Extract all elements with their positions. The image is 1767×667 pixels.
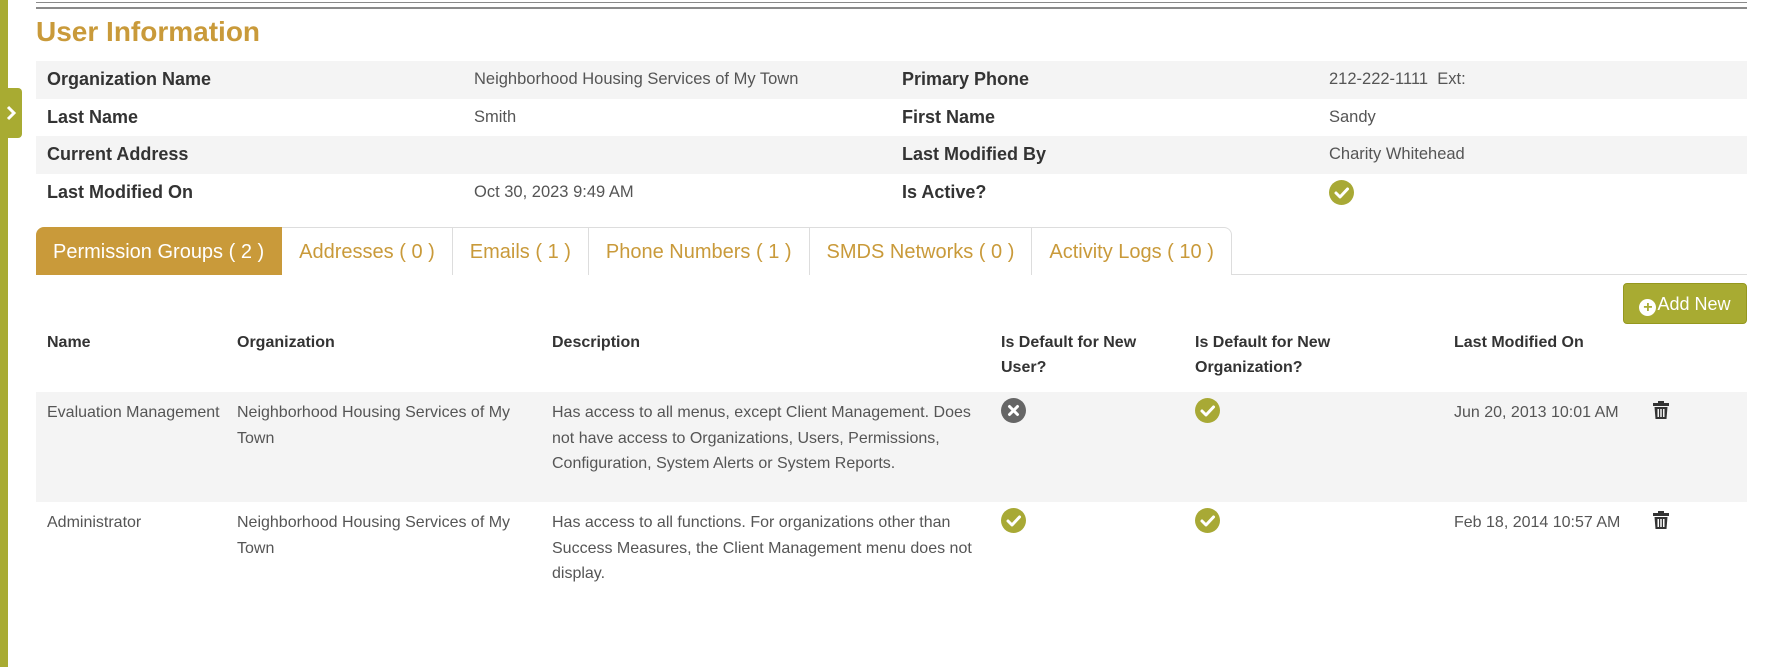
tab-addresses[interactable]: Addresses ( 0 ) (282, 227, 453, 275)
trash-icon (1653, 401, 1669, 419)
plus-circle-icon: + (1639, 299, 1657, 316)
cell-organization: Neighborhood Housing Services of My Town (237, 514, 511, 557)
sidebar-expand-toggle[interactable] (0, 88, 22, 138)
table-row[interactable]: Evaluation Management Neighborhood Housi… (36, 392, 1747, 502)
cell-default-new-user (1001, 398, 1171, 424)
tab-smds-networks[interactable]: SMDS Networks ( 0 ) (809, 227, 1033, 275)
last-modified-by-value: Charity Whitehead (1329, 145, 1465, 163)
last-name-label: Last Name (47, 106, 139, 127)
delete-button[interactable] (1653, 401, 1677, 428)
cell-default-new-organization (1195, 398, 1365, 424)
add-new-label: Add New (1657, 294, 1731, 314)
organization-name-value: Neighborhood Housing Services of My Town (474, 70, 799, 88)
top-divider (36, 2, 1747, 9)
tab-permission-groups[interactable]: Permission Groups ( 2 ) (36, 227, 283, 275)
column-header-name[interactable]: Name (47, 330, 227, 355)
cell-last-modified-on: Feb 18, 2014 10:57 AM (1454, 514, 1621, 531)
current-address-label: Current Address (47, 144, 189, 164)
primary-phone-label: Primary Phone (902, 69, 1030, 89)
check-circle-icon (1195, 508, 1220, 534)
is-active-label: Is Active? (902, 181, 987, 202)
table-header: Name Organization Description Is Default… (36, 330, 1747, 392)
page-title: User Information (36, 16, 261, 47)
info-row: Current Address Last Modified By Charity… (36, 136, 1747, 174)
check-circle-icon (1195, 398, 1220, 424)
column-header-organization[interactable]: Organization (237, 330, 537, 355)
is-active-value (1329, 174, 1354, 212)
table-row[interactable]: Administrator Neighborhood Housing Servi… (36, 502, 1747, 592)
permission-groups-table: Name Organization Description Is Default… (36, 330, 1747, 592)
last-name-value: Smith (474, 107, 517, 126)
cell-name: Administrator (47, 514, 142, 531)
check-circle-icon (1001, 508, 1026, 534)
cell-description: Has access to all menus, except Client M… (552, 404, 971, 472)
column-header-last-modified-on[interactable]: Last Modified On (1454, 330, 1654, 355)
tab-bar: Permission Groups ( 2 ) Addresses ( 0 ) … (36, 227, 1232, 275)
cell-last-modified-on: Jun 20, 2013 10:01 AM (1454, 404, 1619, 421)
cell-name: Evaluation Management (47, 404, 220, 421)
last-modified-on-value: Oct 30, 2023 9:49 AM (474, 182, 634, 201)
add-new-button[interactable]: + Add New (1623, 283, 1747, 324)
cell-organization: Neighborhood Housing Services of My Town (237, 404, 511, 447)
delete-button[interactable] (1653, 511, 1677, 538)
cell-default-new-organization (1195, 508, 1365, 534)
tab-emails[interactable]: Emails ( 1 ) (452, 227, 589, 275)
primary-phone-value: 212-222-1111 Ext: (1329, 70, 1466, 88)
organization-name-label: Organization Name (47, 69, 212, 89)
first-name-label: First Name (902, 106, 996, 127)
info-row: Organization Name Neighborhood Housing S… (36, 61, 1747, 99)
info-row: Last Modified On Oct 30, 2023 9:49 AM Is… (36, 174, 1747, 212)
trash-icon (1653, 511, 1669, 529)
last-modified-on-label: Last Modified On (47, 181, 193, 202)
x-circle-icon (1001, 398, 1026, 424)
first-name-value: Sandy (1329, 107, 1376, 126)
check-circle-icon (1329, 179, 1354, 205)
cell-description: Has access to all functions. For organiz… (552, 514, 972, 582)
column-header-default-new-organization[interactable]: Is Default for New Organization? (1195, 330, 1365, 380)
column-header-description[interactable]: Description (552, 330, 982, 355)
info-row: Last Name Smith First Name Sandy (36, 99, 1747, 137)
column-header-default-new-user[interactable]: Is Default for New User? (1001, 330, 1171, 380)
cell-default-new-user (1001, 508, 1171, 534)
chevron-right-icon (6, 105, 17, 121)
last-modified-by-label: Last Modified By (902, 144, 1047, 164)
user-info-table: Organization Name Neighborhood Housing S… (36, 61, 1747, 211)
tab-phone-numbers[interactable]: Phone Numbers ( 1 ) (588, 227, 810, 275)
tab-activity-logs[interactable]: Activity Logs ( 10 ) (1032, 227, 1232, 275)
